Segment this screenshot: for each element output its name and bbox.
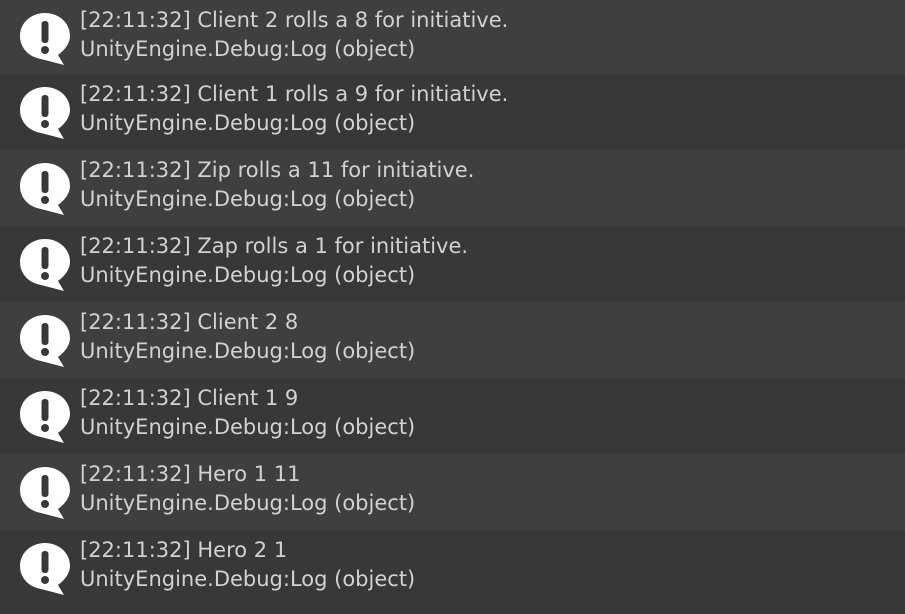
log-source: UnityEngine.Debug:Log (object): [80, 111, 416, 135]
log-message: [22:11:32] Client 1 9: [80, 386, 299, 410]
log-entry[interactable]: [22:11:32] Client 2 rolls a 8 for initia…: [0, 0, 905, 74]
info-log-icon: [20, 163, 70, 215]
log-message: [22:11:32] Hero 2 1: [80, 538, 288, 562]
log-entry[interactable]: [22:11:32] Zap rolls a 1 for initiative.…: [0, 226, 905, 302]
log-source: UnityEngine.Debug:Log (object): [80, 37, 416, 61]
log-message: [22:11:32] Hero 1 11: [80, 462, 301, 486]
log-message: [22:11:32] Zap rolls a 1 for initiative.: [80, 234, 469, 258]
log-entry[interactable]: [22:11:32] Client 2 8 UnityEngine.Debug:…: [0, 302, 905, 378]
info-log-icon: [20, 13, 70, 65]
log-source: UnityEngine.Debug:Log (object): [80, 567, 416, 591]
log-entry[interactable]: [22:11:32] Client 1 9 UnityEngine.Debug:…: [0, 378, 905, 454]
log-message: [22:11:32] Client 1 rolls a 9 for initia…: [80, 82, 509, 106]
log-source: UnityEngine.Debug:Log (object): [80, 491, 416, 515]
info-log-icon: [20, 315, 70, 367]
info-log-icon: [20, 467, 70, 519]
log-message: [22:11:32] Client 2 8: [80, 310, 299, 334]
info-log-icon: [20, 391, 70, 443]
console-log-list: [22:11:32] Client 2 rolls a 8 for initia…: [0, 0, 905, 614]
log-message: [22:11:32] Client 2 rolls a 8 for initia…: [80, 8, 509, 32]
log-message: [22:11:32] Zip rolls a 11 for initiative…: [80, 158, 475, 182]
info-log-icon: [20, 543, 70, 595]
log-source: UnityEngine.Debug:Log (object): [80, 339, 416, 363]
log-entry[interactable]: [22:11:32] Hero 2 1 UnityEngine.Debug:Lo…: [0, 530, 905, 614]
info-log-icon: [20, 87, 70, 139]
log-source: UnityEngine.Debug:Log (object): [80, 263, 416, 287]
log-entry[interactable]: [22:11:32] Hero 1 11 UnityEngine.Debug:L…: [0, 454, 905, 530]
log-entry[interactable]: [22:11:32] Client 1 rolls a 9 for initia…: [0, 74, 905, 150]
log-entry[interactable]: [22:11:32] Zip rolls a 11 for initiative…: [0, 150, 905, 226]
log-source: UnityEngine.Debug:Log (object): [80, 415, 416, 439]
info-log-icon: [20, 239, 70, 291]
log-source: UnityEngine.Debug:Log (object): [80, 187, 416, 211]
